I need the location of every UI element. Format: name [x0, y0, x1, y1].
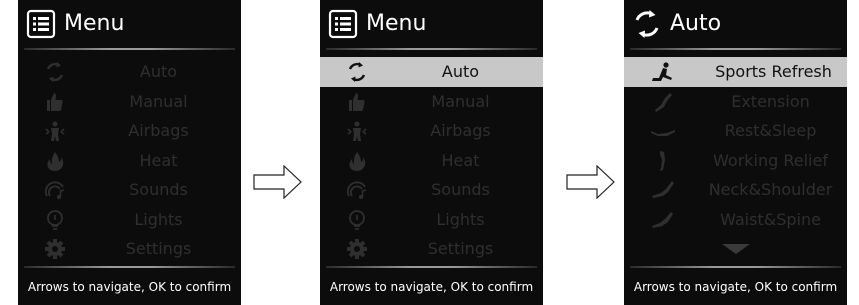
menu-item-sounds[interactable]: Sounds	[320, 175, 543, 205]
menu-list: Auto Manual Airbags Heat Sounds Lights S…	[320, 57, 543, 264]
menu-item-label: Airbags	[430, 121, 491, 140]
lights-bulb-icon	[349, 209, 365, 230]
program-item-rest-sleep[interactable]: Rest&Sleep	[624, 116, 847, 146]
menu-item-manual[interactable]: Manual	[320, 87, 543, 117]
footer-hint: Arrows to navigate, OK to confirm	[633, 280, 838, 294]
screen-title: Auto	[670, 11, 722, 36]
menu-item-settings[interactable]: Settings	[320, 234, 543, 264]
title-divider	[326, 48, 537, 50]
title-divider	[630, 48, 841, 50]
program-item-neck-shoulder[interactable]: Neck&Shoulder	[624, 175, 847, 205]
menu-item-auto[interactable]: Auto	[320, 57, 543, 87]
lights-bulb-icon	[47, 209, 63, 230]
menu-item-settings[interactable]: Settings	[18, 234, 241, 264]
screen-title: Menu	[64, 11, 125, 36]
footer-divider	[630, 266, 841, 268]
airbags-body-icon	[347, 121, 367, 141]
right-arrow-icon	[566, 165, 615, 199]
thumb-massage-icon	[47, 92, 63, 111]
settings-gear-icon	[45, 239, 65, 259]
menu-item-auto[interactable]: Auto	[18, 57, 241, 87]
rest-sleep-posture-icon	[651, 130, 675, 136]
menu-item-heat[interactable]: Heat	[18, 146, 241, 176]
menu-item-heat[interactable]: Heat	[320, 146, 543, 176]
menu-item-airbags[interactable]: Airbags	[320, 116, 543, 146]
airbags-body-icon	[45, 121, 65, 141]
screen-title-bar: Auto	[624, 0, 847, 48]
more-down-arrow-icon[interactable]	[721, 243, 751, 255]
menu-item-label: Manual	[129, 91, 188, 111]
program-item-label: Extension	[731, 91, 810, 111]
heat-flame-icon	[349, 151, 366, 171]
screen-title-bar: Menu	[18, 0, 241, 48]
program-item-label: Waist&Spine	[720, 209, 821, 229]
program-item-label: Neck&Shoulder	[708, 180, 833, 199]
footer-divider	[326, 266, 537, 268]
program-item-label: Rest&Sleep	[724, 121, 817, 140]
program-item-extension[interactable]: Extension	[624, 87, 847, 117]
sports-refresh-posture-icon	[652, 62, 672, 81]
menu-item-sounds[interactable]: Sounds	[18, 175, 241, 205]
auto-cycle-icon	[635, 10, 659, 38]
menu-item-airbags[interactable]: Airbags	[18, 116, 241, 146]
menu-screen-2: Menu Auto Manual Airbags Heat Sounds Lig…	[320, 0, 543, 305]
waist-spine-posture-icon	[652, 211, 673, 228]
sounds-music-icon	[346, 181, 367, 199]
menu-item-label: Settings	[427, 239, 494, 258]
right-arrow-icon	[253, 165, 302, 199]
title-divider	[24, 48, 235, 50]
program-item-waist-spine[interactable]: Waist&Spine	[624, 205, 847, 235]
program-item-working-relief[interactable]: Working Relief	[624, 146, 847, 176]
menu-list-icon	[26, 9, 56, 39]
menu-screen-1: Menu Auto Manual Airbags Heat Sounds Lig…	[18, 0, 241, 305]
screen-title: Menu	[366, 11, 427, 36]
working-relief-posture-icon	[660, 150, 665, 171]
menu-item-lights[interactable]: Lights	[320, 205, 543, 235]
menu-list: Auto Manual Airbags Heat Sounds Lights S…	[18, 57, 241, 264]
sounds-music-icon	[44, 181, 65, 199]
menu-item-label: Auto	[441, 62, 480, 81]
screen-title-bar: Menu	[320, 0, 543, 48]
menu-item-label: Heat	[139, 150, 178, 170]
neck-shoulder-posture-icon	[652, 181, 674, 198]
menu-item-label: Lights	[134, 209, 183, 229]
menu-list-icon	[328, 9, 358, 39]
program-item-sports-refresh[interactable]: Sports Refresh	[624, 57, 847, 87]
menu-item-label: Manual	[431, 91, 490, 111]
footer-hint: Arrows to navigate, OK to confirm	[27, 280, 232, 294]
program-item-label: Working Relief	[713, 150, 828, 170]
auto-screen: Auto Sports Refresh Extension Rest&Sleep…	[624, 0, 847, 305]
auto-cycle-icon	[46, 62, 64, 82]
menu-item-label: Settings	[125, 239, 192, 258]
program-item-label: Sports Refresh	[715, 62, 832, 81]
extension-posture-icon	[655, 92, 672, 112]
footer-hint: Arrows to navigate, OK to confirm	[329, 280, 534, 294]
menu-item-manual[interactable]: Manual	[18, 87, 241, 117]
menu-item-label: Auto	[139, 62, 178, 81]
menu-item-label: Heat	[441, 150, 480, 170]
thumb-massage-icon	[349, 92, 365, 111]
menu-item-label: Airbags	[128, 121, 189, 140]
heat-flame-icon	[47, 151, 64, 171]
program-list: Sports Refresh Extension Rest&Sleep Work…	[624, 57, 847, 234]
footer-divider	[24, 266, 235, 268]
menu-item-label: Lights	[436, 209, 485, 229]
auto-cycle-icon	[348, 62, 366, 82]
menu-item-label: Sounds	[129, 180, 188, 199]
menu-item-lights[interactable]: Lights	[18, 205, 241, 235]
settings-gear-icon	[347, 239, 367, 259]
menu-item-label: Sounds	[431, 180, 490, 199]
